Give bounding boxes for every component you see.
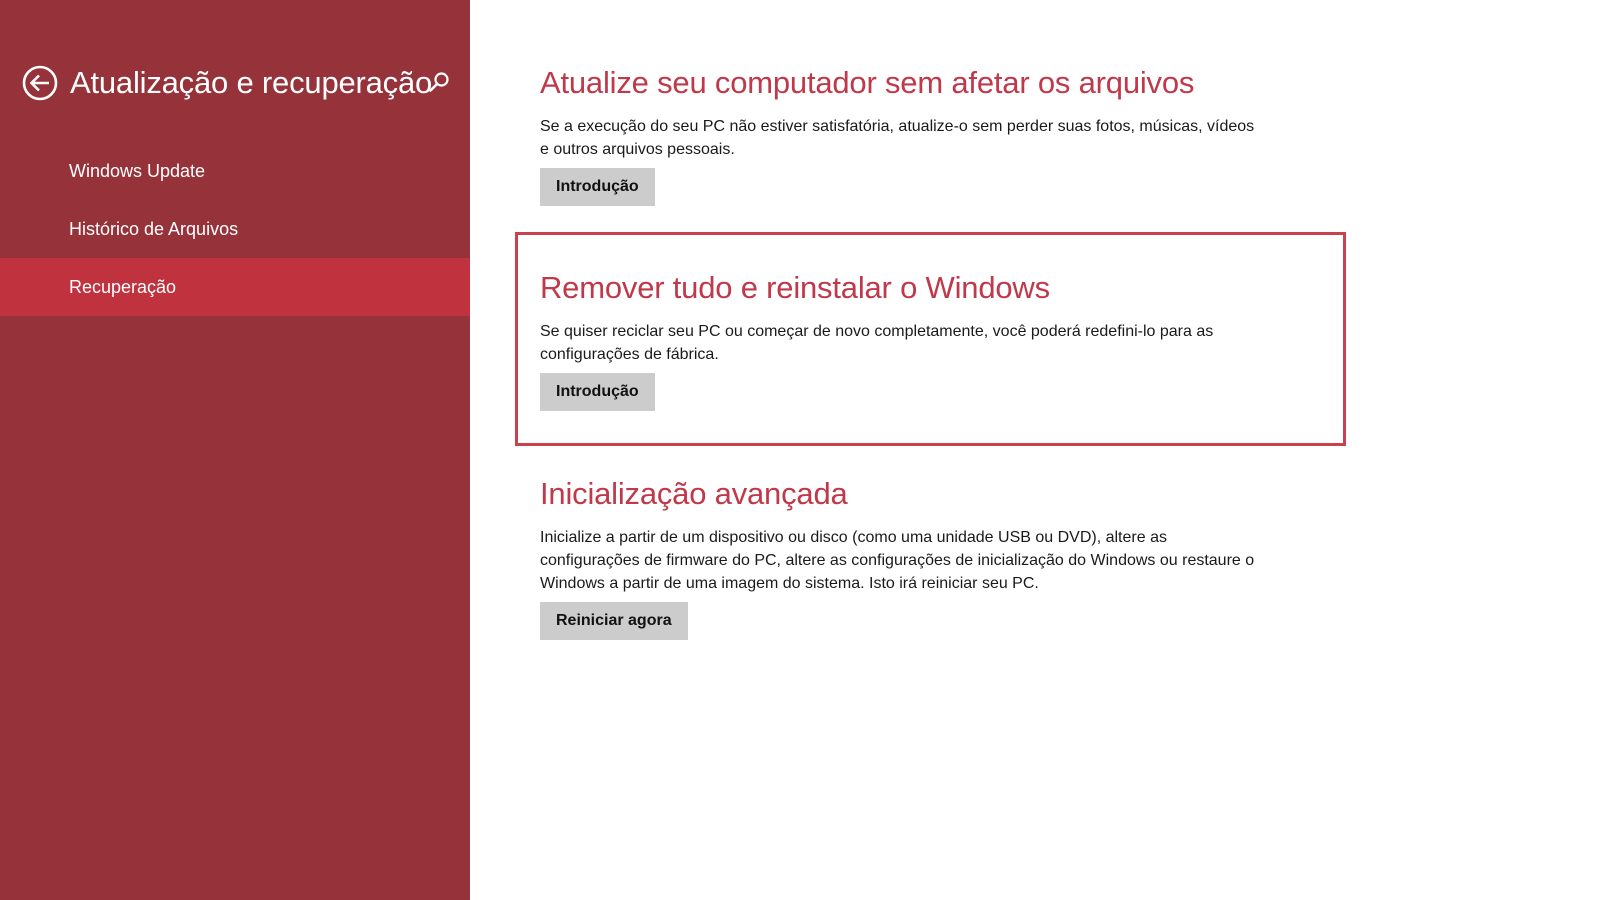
page-title: Atualização e recuperação (70, 65, 433, 100)
search-button[interactable] (426, 69, 452, 95)
section-title: Remover tudo e reinstalar o Windows (540, 270, 1050, 305)
section-description: Se a execução do seu PC não estiver sati… (540, 118, 1255, 158)
sidebar-item-file-history[interactable]: Histórico de Arquivos (0, 200, 470, 258)
search-icon (429, 72, 449, 92)
section-refresh: Atualize seu computador sem afetar os ar… (540, 63, 1260, 206)
sidebar-item-recovery[interactable]: Recuperação (0, 258, 470, 316)
back-arrow-icon (22, 65, 58, 101)
section-description: Se quiser reciclar seu PC ou começar de … (540, 323, 1214, 363)
sidebar-item-label: Recuperação (69, 277, 177, 297)
sidebar-header: Atualização e recuperação (22, 63, 454, 103)
sidebar-item-label: Histórico de Arquivos (69, 219, 239, 239)
section-description: Inicialize a partir de um dispositivo ou… (540, 529, 1255, 592)
sidebar: Atualização e recuperação Windows Update… (0, 0, 470, 900)
section-title: Inicialização avançada (540, 476, 848, 511)
main-content: Atualize seu computador sem afetar os ar… (470, 0, 1600, 900)
section-title: Atualize seu computador sem afetar os ar… (540, 65, 1195, 100)
sidebar-item-label: Windows Update (69, 161, 206, 181)
restart-now-button[interactable]: Reiniciar agora (540, 602, 688, 640)
sidebar-item-windows-update[interactable]: Windows Update (0, 142, 470, 200)
section-reset: Remover tudo e reinstalar o Windows Se q… (540, 268, 1260, 411)
reset-get-started-button[interactable]: Introdução (540, 373, 655, 411)
section-advanced-startup: Inicialização avançada Inicialize a part… (540, 474, 1260, 640)
settings-screen: Atualização e recuperação Windows Update… (0, 0, 1600, 900)
sidebar-nav: Windows Update Histórico de Arquivos Rec… (0, 142, 470, 316)
refresh-get-started-button[interactable]: Introdução (540, 168, 655, 206)
back-button[interactable] (22, 65, 58, 101)
